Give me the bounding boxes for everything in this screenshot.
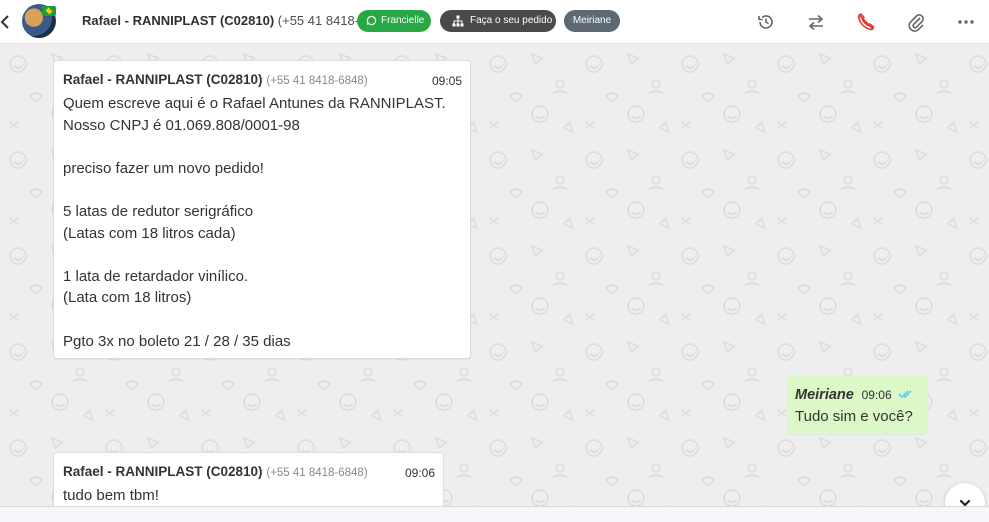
message-header: Rafael - RANNIPLAST (C02810) (+55 41 841… (63, 464, 368, 479)
message-header: Meiriane 09:06 (795, 387, 914, 403)
message-text: tudo bem tbm! (63, 487, 159, 504)
contact-name: Rafael - RANNIPLAST (C02810) (82, 13, 275, 28)
whatsapp-channel-tag[interactable]: Francielle (357, 10, 431, 32)
message-bubble-incoming[interactable]: Rafael - RANNIPLAST (C02810) (+55 41 841… (53, 60, 471, 359)
message-sender: Meiriane (795, 387, 854, 403)
scroll-to-bottom-button[interactable] (945, 483, 985, 506)
message-bubble-incoming[interactable]: Rafael - RANNIPLAST (C02810) (+55 41 841… (53, 452, 444, 506)
order-tag[interactable]: Faça o seu pedido (440, 10, 556, 32)
message-sender: Rafael - RANNIPLAST (C02810) (63, 464, 263, 479)
agent-tag[interactable]: Meiriane (564, 10, 620, 32)
message-time: 09:05 (431, 74, 462, 88)
brazil-flag-icon (42, 6, 56, 16)
chevron-down-icon (959, 499, 971, 506)
back-icon[interactable] (0, 12, 10, 32)
attach-icon[interactable] (905, 11, 927, 33)
message-phone: (+55 41 8418-6848) (266, 467, 368, 479)
message-text: Tudo sim e você? (795, 408, 913, 425)
transfer-icon[interactable] (805, 11, 827, 33)
message-header: Rafael - RANNIPLAST (C02810) (+55 41 841… (63, 72, 368, 87)
double-check-icon (898, 390, 912, 398)
whatsapp-icon (366, 15, 377, 26)
chat-header: Rafael - RANNIPLAST (C02810) (+55 41 841… (0, 0, 989, 44)
history-icon[interactable] (755, 11, 777, 33)
more-icon[interactable] (955, 11, 977, 33)
end-call-icon[interactable] (855, 11, 877, 33)
message-bubble-outgoing[interactable]: Meiriane 09:06 Tudo sim e você? (787, 376, 928, 434)
message-time: 09:06 (861, 388, 892, 402)
chat-area[interactable]: Rafael - RANNIPLAST (C02810) (+55 41 841… (0, 44, 989, 506)
contact-title: Rafael - RANNIPLAST (C02810) (+55 41 841… (82, 13, 392, 28)
whatsapp-tag-label: Francielle (381, 15, 425, 26)
sitemap-icon (452, 15, 464, 27)
message-sender: Rafael - RANNIPLAST (C02810) (63, 72, 263, 87)
message-text: Quem escreve aqui é o Rafael Antunes da … (63, 95, 446, 350)
message-time: 09:06 (404, 466, 435, 480)
message-composer-bar[interactable] (0, 506, 989, 522)
order-tag-label: Faça o seu pedido (470, 15, 553, 26)
message-phone: (+55 41 8418-6848) (266, 75, 368, 87)
